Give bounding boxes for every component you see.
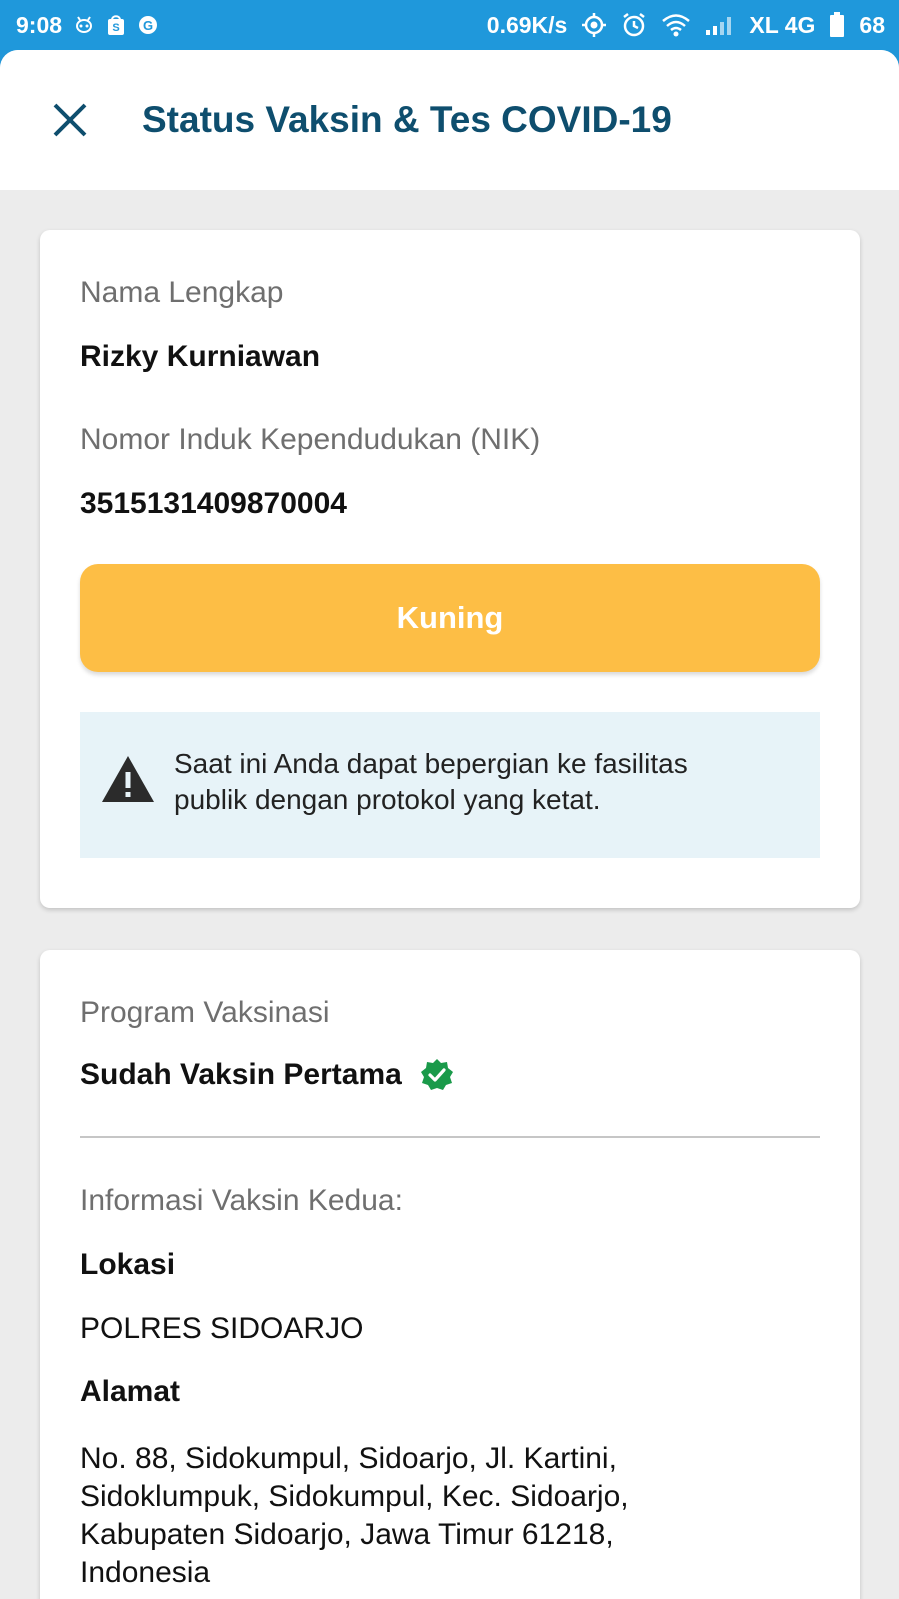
nik-label: Nomor Induk Kependudukan (NIK) (80, 423, 541, 456)
location-value: POLRES SIDOARJO (80, 1312, 364, 1345)
address-line: Sidoklumpuk, Sidokumpul, Kec. Sidoarjo, (80, 1480, 629, 1513)
program-status: Sudah Vaksin Pertama (80, 1058, 454, 1092)
battery-icon (829, 12, 845, 38)
status-bar: 9:08 S G 0.69K/s XL 4G 68 (0, 0, 899, 50)
wifi-icon (661, 13, 691, 37)
status-color-label: Kuning (396, 600, 504, 635)
signal-icon (705, 14, 735, 36)
program-value: Sudah Vaksin Pertama (80, 1058, 402, 1091)
status-bar-right: 0.69K/s XL 4G 68 (487, 12, 885, 39)
address-line: Kabupaten Sidoarjo, Jawa Timur 61218, (80, 1518, 614, 1551)
location-icon (581, 12, 607, 38)
verified-badge-icon (420, 1059, 453, 1090)
google-icon: G (138, 15, 158, 35)
program-label: Program Vaksinasi (80, 996, 330, 1029)
page-title: Status Vaksin & Tes COVID-19 (142, 99, 672, 140)
divider (80, 1136, 820, 1138)
second-vaccine-info-label: Informasi Vaksin Kedua: (80, 1184, 403, 1217)
address-line: Indonesia (80, 1556, 211, 1589)
warning-icon (102, 756, 154, 802)
battery-level: 68 (859, 11, 885, 38)
address-label: Alamat (80, 1375, 181, 1408)
notice-text: Saat ini Anda dapat bepergian ke fasilit… (174, 746, 688, 818)
notice-text-line: Saat ini Anda dapat bepergian ke fasilit… (174, 748, 688, 779)
carrier-label: XL 4G (749, 11, 816, 38)
nik-value: 3515131409870004 (80, 487, 347, 520)
status-sheet: Status Vaksin & Tes COVID-19 Nama Lengka… (0, 50, 899, 1599)
clock: 9:08 (16, 11, 63, 38)
identity-card: Nama Lengkap Rizky Kurniawan Nomor Induk… (40, 230, 860, 908)
svg-text:G: G (143, 18, 153, 33)
vaccine-card: Program Vaksinasi Sudah Vaksin Pertama I… (40, 950, 860, 1599)
shopee-icon: S (106, 14, 126, 36)
close-icon (53, 103, 87, 137)
alien-icon (74, 15, 94, 35)
location-label: Lokasi (80, 1248, 176, 1281)
alarm-icon (621, 12, 647, 38)
status-notice: Saat ini Anda dapat bepergian ke fasilit… (80, 712, 820, 858)
address-line: No. 88, Sidokumpul, Sidoarjo, Jl. Kartin… (80, 1442, 617, 1475)
address-value: No. 88, Sidokumpul, Sidoarjo, Jl. Kartin… (80, 1440, 629, 1592)
notice-text-line: publik dengan protokol yang ketat. (174, 784, 601, 815)
top-bar: Status Vaksin & Tes COVID-19 (0, 50, 899, 190)
status-bar-left: 9:08 S G (16, 12, 158, 39)
network-speed: 0.69K/s (486, 11, 568, 38)
close-button[interactable] (48, 98, 92, 142)
svg-text:S: S (112, 22, 119, 34)
status-color-button[interactable]: Kuning (80, 564, 820, 672)
name-label: Nama Lengkap (80, 276, 284, 309)
name-value: Rizky Kurniawan (80, 340, 321, 373)
